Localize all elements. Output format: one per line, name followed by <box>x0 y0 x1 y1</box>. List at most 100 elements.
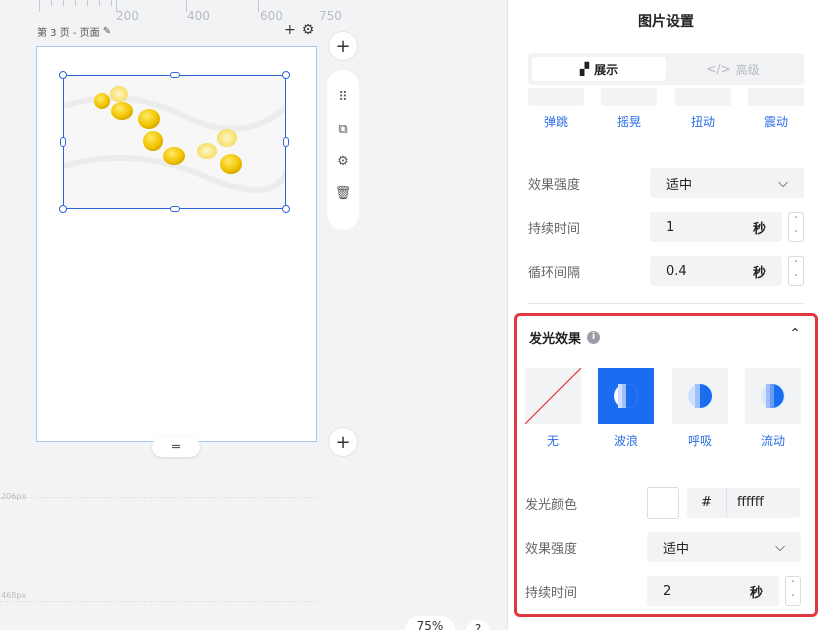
drag-handle-icon[interactable]: ⠿ <box>338 90 348 109</box>
page-toolbar: ⠿ ⧉ ⚙ 🗑 <box>327 70 359 230</box>
unit-label: 秒 <box>752 221 766 237</box>
glow-title-text: 发光效果 <box>529 332 582 347</box>
chevron-down-icon[interactable]: ˅ <box>789 271 803 285</box>
breath-effect-icon <box>672 368 728 424</box>
loop-interval-row: 循环间隔 0.4 秒 ˄ ˅ <box>528 256 804 286</box>
chevron-up-icon[interactable]: ⌃ <box>789 326 801 342</box>
page-label[interactable]: 第 3 页 - 页面 ✎ <box>37 24 111 39</box>
animation-vibrate[interactable]: 震动 <box>748 88 804 130</box>
panel-title: 图片设置 <box>638 14 694 30</box>
resize-handle[interactable] <box>282 71 290 79</box>
resize-handle[interactable] <box>60 137 66 147</box>
animation-label: 摇晃 <box>616 115 641 129</box>
unit-label: 秒 <box>749 585 763 601</box>
glow-option-label: 波浪 <box>613 434 638 448</box>
resize-handle[interactable] <box>282 205 290 213</box>
glow-duration-row: 持续时间 2 秒 ˄ ˅ <box>525 576 801 606</box>
duration-stepper[interactable]: ˄ ˅ <box>788 212 804 242</box>
resize-handle[interactable] <box>59 205 67 213</box>
animation-thumb <box>675 88 731 106</box>
guide-line <box>0 497 316 498</box>
glow-option-flow[interactable]: 流动 <box>745 368 801 449</box>
loop-interval-stepper[interactable]: ˄ ˅ <box>788 256 804 286</box>
duration-input[interactable]: 1 秒 <box>650 212 782 242</box>
glow-duration-input[interactable]: 2 秒 <box>647 576 779 606</box>
animation-shake[interactable]: 摇晃 <box>601 88 657 130</box>
lemons-photo <box>64 76 285 208</box>
selected-image[interactable] <box>63 75 286 209</box>
ruler-mark: 600 <box>260 9 283 23</box>
settings-gear-icon[interactable]: ⚙ <box>337 154 349 173</box>
glow-strength-label: 效果强度 <box>525 541 578 557</box>
animation-bounce[interactable]: 弹跳 <box>528 88 584 130</box>
display-icon: ▞ <box>579 62 590 76</box>
animation-label: 弹跳 <box>543 115 568 129</box>
ruler-mark: 400 <box>187 9 210 23</box>
editor-canvas[interactable]: 200 400 600 750 第 3 页 - 页面 ✎ + ⚙ + ⠿ ⧉ ⚙… <box>0 0 507 630</box>
animation-label: 扭动 <box>690 115 715 129</box>
glow-color-hex-input[interactable]: ffffff <box>727 488 800 518</box>
input-value: 2 <box>663 583 672 599</box>
resize-handle[interactable] <box>170 72 180 78</box>
glow-color-row: 发光颜色 # ffffff <box>525 487 801 519</box>
glow-duration-label: 持续时间 <box>525 585 578 601</box>
glow-strength-select[interactable]: 适中 ⌵ <box>647 532 801 562</box>
glow-color-swatch[interactable] <box>647 487 679 519</box>
glow-options: 无 波浪 呼吸 流动 <box>525 368 801 452</box>
unit-label: 秒 <box>752 265 766 281</box>
zoom-control[interactable]: 75% <box>405 616 455 630</box>
code-icon: </> <box>706 62 731 76</box>
glow-option-none[interactable]: 无 <box>525 368 581 449</box>
drag-lines-icon: ═ <box>172 439 180 455</box>
glow-strength-row: 效果强度 适中 ⌵ <box>525 532 801 562</box>
chevron-down-icon[interactable]: ˅ <box>789 227 803 241</box>
glow-effect-section: 发光效果 i ⌃ 无 波浪 呼吸 流动 发光颜色 # ffffff 效果强度 适… <box>514 313 818 617</box>
glow-color-label: 发光颜色 <box>525 497 578 513</box>
guide-label: 1468px <box>0 591 27 600</box>
glow-option-label: 呼吸 <box>687 434 712 448</box>
page-actions: + ⚙ <box>284 22 314 38</box>
help-button[interactable]: ? <box>466 620 490 630</box>
delete-trash-icon[interactable]: 🗑 <box>335 186 352 205</box>
glow-duration-stepper[interactable]: ˄ ˅ <box>785 576 801 606</box>
guide-line <box>0 601 316 602</box>
animation-options: 弹跳 摇晃 扭动 震动 <box>528 88 804 130</box>
chevron-up-icon[interactable]: ˄ <box>786 577 800 591</box>
glow-option-breath[interactable]: 呼吸 <box>672 368 728 449</box>
select-value: 适中 <box>666 177 693 193</box>
chevron-up-icon[interactable]: ˄ <box>789 257 803 271</box>
duplicate-icon[interactable]: ⧉ <box>338 122 347 141</box>
resize-handle[interactable] <box>59 71 67 79</box>
add-page-above-button[interactable]: + <box>328 31 358 61</box>
page-name: 第 3 页 - 页面 <box>37 28 100 39</box>
tab-advanced[interactable]: </> 高级 <box>666 57 800 81</box>
lemons-image <box>64 76 285 208</box>
add-page-below-button[interactable]: + <box>328 427 358 457</box>
page-settings-icon[interactable]: ⚙ <box>302 22 315 38</box>
page-resize-handle[interactable]: ═ <box>152 437 200 457</box>
ruler-mark: 200 <box>116 9 139 23</box>
image-settings-panel: 图片设置 ▞ 展示 </> 高级 弹跳 摇晃 扭动 震动 效果强度 适中 ⌵ 持… <box>507 0 823 630</box>
glow-option-wave[interactable]: 波浪 <box>598 368 654 449</box>
loop-interval-label: 循环间隔 <box>528 265 581 281</box>
tab-display[interactable]: ▞ 展示 <box>532 57 666 81</box>
tab-label: 展示 <box>594 62 619 77</box>
chevron-down-icon: ⌵ <box>778 175 788 191</box>
resize-handle[interactable] <box>283 137 289 147</box>
chevron-down-icon: ⌵ <box>775 539 785 555</box>
effect-strength-select[interactable]: 适中 ⌵ <box>650 168 804 198</box>
animation-twist[interactable]: 扭动 <box>675 88 731 130</box>
chevron-down-icon[interactable]: ˅ <box>786 591 800 605</box>
info-icon[interactable]: i <box>587 331 601 344</box>
ruler-mark: 750 <box>319 9 342 23</box>
add-page-icon[interactable]: + <box>284 22 296 38</box>
glow-section-title[interactable]: 发光效果 i <box>529 328 601 347</box>
horizontal-ruler: 200 400 600 750 <box>34 0 354 23</box>
loop-interval-input[interactable]: 0.4 秒 <box>650 256 782 286</box>
effect-strength-label: 效果强度 <box>528 177 581 193</box>
edit-pencil-icon[interactable]: ✎ <box>103 26 111 37</box>
input-value: 1 <box>666 219 675 235</box>
duration-row: 持续时间 1 秒 ˄ ˅ <box>528 212 804 242</box>
chevron-up-icon[interactable]: ˄ <box>789 213 803 227</box>
resize-handle[interactable] <box>170 206 180 212</box>
